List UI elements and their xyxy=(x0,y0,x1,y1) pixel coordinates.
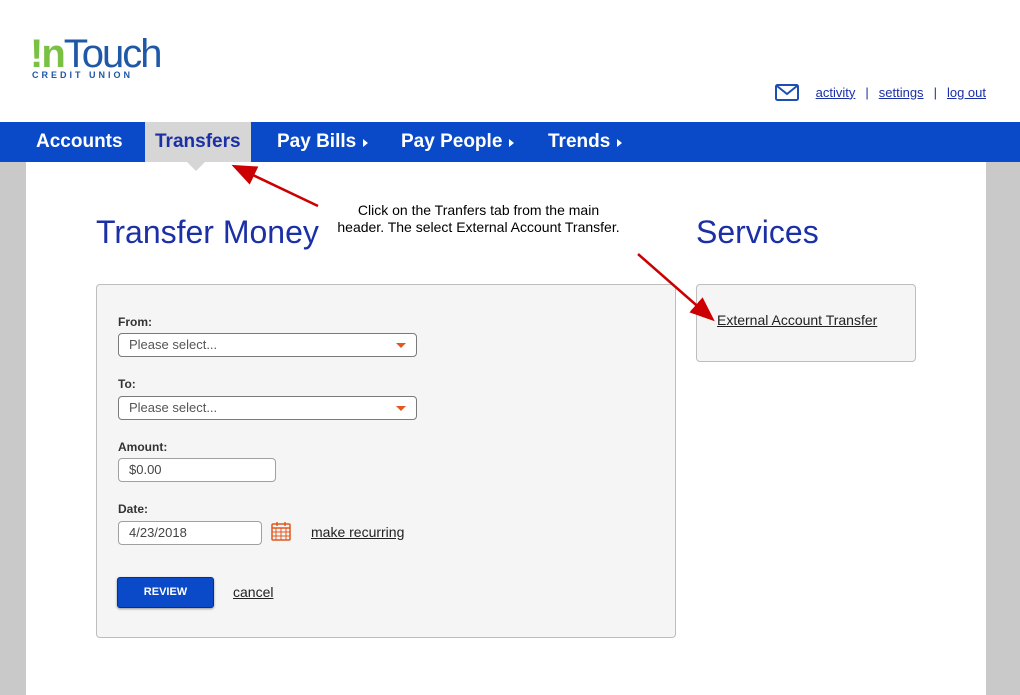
page: !nTouch CREDIT UNION activity | settings… xyxy=(0,0,1020,695)
services-panel: External Account Transfer xyxy=(696,284,916,362)
envelope-icon[interactable] xyxy=(774,83,799,101)
nav-tab-label: Pay People xyxy=(401,131,503,152)
nav-tab-pay-bills[interactable]: Pay Bills xyxy=(277,122,369,162)
arrow-to-transfers-tab xyxy=(231,164,319,208)
calendar-icon[interactable] xyxy=(271,521,291,541)
utility-nav: activity | settings | log out xyxy=(774,82,986,102)
date-label: Date: xyxy=(118,502,149,516)
logo-wordmark: !nTouch xyxy=(30,34,163,74)
from-select-value: Please select... xyxy=(129,337,218,352)
amount-input[interactable]: $0.00 xyxy=(118,458,276,482)
caret-right-icon xyxy=(509,139,515,147)
amount-label: Amount: xyxy=(118,440,168,454)
dropdown-arrow-icon xyxy=(396,406,406,411)
caret-right-icon xyxy=(617,139,623,147)
to-select-value: Please select... xyxy=(129,400,218,415)
site-header: !nTouch CREDIT UNION activity | settings… xyxy=(0,0,1020,122)
active-tab-pointer xyxy=(187,162,205,171)
settings-link[interactable]: settings xyxy=(879,85,924,100)
nav-tab-label: Trends xyxy=(548,131,611,152)
to-label: To: xyxy=(118,377,136,391)
transfer-money-title: Transfer Money xyxy=(96,214,319,250)
from-label: From: xyxy=(118,315,152,329)
right-gutter xyxy=(986,162,1020,695)
intouch-logo[interactable]: !nTouch CREDIT UNION xyxy=(30,34,170,84)
activity-link[interactable]: activity xyxy=(816,85,856,100)
services-title: Services xyxy=(696,214,819,250)
dropdown-arrow-icon xyxy=(396,343,406,348)
cancel-link[interactable]: cancel xyxy=(233,584,273,600)
nav-tab-label: Accounts xyxy=(36,131,123,152)
logout-link[interactable]: log out xyxy=(947,85,986,100)
separator: | xyxy=(865,84,869,100)
make-recurring-link[interactable]: make recurring xyxy=(311,524,404,540)
nav-tab-label: Pay Bills xyxy=(277,131,357,152)
review-button[interactable]: REVIEW xyxy=(117,577,214,608)
external-account-transfer-link[interactable]: External Account Transfer xyxy=(717,312,877,328)
to-select[interactable]: Please select... xyxy=(118,396,417,420)
nav-tab-label: Transfers xyxy=(155,131,241,152)
instruction-note: Click on the Tranfers tab from the main … xyxy=(337,202,620,235)
date-input[interactable]: 4/23/2018 xyxy=(118,521,262,545)
transfer-form-panel: From: Please select... To: Please select… xyxy=(96,284,676,638)
nav-tab-trends[interactable]: Trends xyxy=(548,122,623,162)
caret-right-icon xyxy=(363,139,369,147)
logo-subtitle: CREDIT UNION xyxy=(32,70,133,80)
nav-tab-pay-people[interactable]: Pay People xyxy=(401,122,515,162)
from-select[interactable]: Please select... xyxy=(118,333,417,357)
main-nav: Accounts Transfers Pay Bills Pay People … xyxy=(0,122,1020,162)
nav-tab-transfers[interactable]: Transfers xyxy=(145,122,251,162)
left-gutter xyxy=(0,162,26,695)
nav-tab-accounts[interactable]: Accounts xyxy=(36,122,123,162)
separator: | xyxy=(933,84,937,100)
